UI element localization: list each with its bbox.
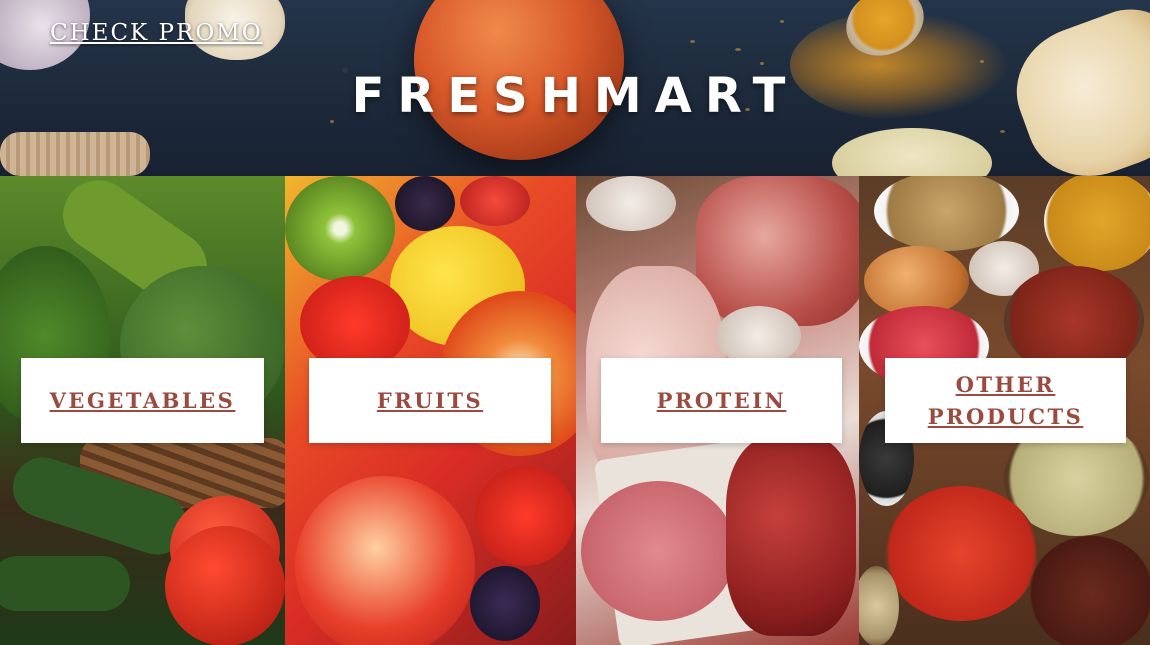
protein-label-box[interactable]: PROTEIN [601, 358, 842, 443]
speck [980, 60, 984, 63]
paprika-bowl-image [884, 486, 1039, 621]
speck [1000, 130, 1005, 133]
blackberry-image [395, 176, 455, 231]
lamb-chop-image [696, 176, 859, 326]
speck [735, 48, 741, 51]
protein-label[interactable]: PROTEIN [657, 385, 787, 417]
steak-image [726, 436, 856, 636]
header-banner: CHECK PROMO FRESHMART [0, 0, 1150, 176]
speck [760, 62, 764, 65]
other-label-line-2[interactable]: PRODUCTS [928, 401, 1084, 433]
spice-bowl-image [1029, 536, 1150, 645]
garlic-image [586, 176, 676, 231]
strawberry-image [475, 466, 575, 566]
fruits-label-box[interactable]: FRUITS [309, 358, 551, 443]
apple-image [295, 476, 475, 645]
brand-title: FRESHMART [351, 68, 799, 124]
strawberry-image [300, 276, 410, 371]
garlic-image [716, 306, 801, 366]
plate-image [832, 128, 992, 176]
cork-image [0, 132, 150, 176]
page: CHECK PROMO FRESHMART VEGETABLES FRUITS [0, 0, 1150, 645]
other-label-line-1[interactable]: OTHER [956, 369, 1056, 401]
kiwi-image [285, 176, 395, 281]
strawberry-image [460, 176, 530, 226]
check-promo-link[interactable]: CHECK PROMO [50, 20, 263, 46]
burger-patty-image [581, 481, 736, 621]
category-tile-other-products[interactable]: OTHER PRODUCTS [859, 176, 1150, 645]
vegetables-label[interactable]: VEGETABLES [50, 385, 236, 417]
speck [690, 40, 695, 43]
tomato-image [165, 526, 285, 645]
spice-bowl-image [874, 176, 1019, 251]
category-tile-protein[interactable]: PROTEIN [576, 176, 859, 645]
turmeric-bowl-image [1044, 176, 1150, 271]
other-products-label-box[interactable]: OTHER PRODUCTS [885, 358, 1126, 443]
fruits-label[interactable]: FRUITS [377, 385, 483, 417]
cucumber-image [0, 556, 130, 611]
spice-bowl-image [859, 566, 899, 645]
blackberry-image [470, 566, 540, 641]
category-tile-vegetables[interactable]: VEGETABLES [0, 176, 285, 645]
speck [780, 20, 784, 23]
vegetables-label-box[interactable]: VEGETABLES [21, 358, 264, 443]
category-tile-fruits[interactable]: FRUITS [285, 176, 576, 645]
